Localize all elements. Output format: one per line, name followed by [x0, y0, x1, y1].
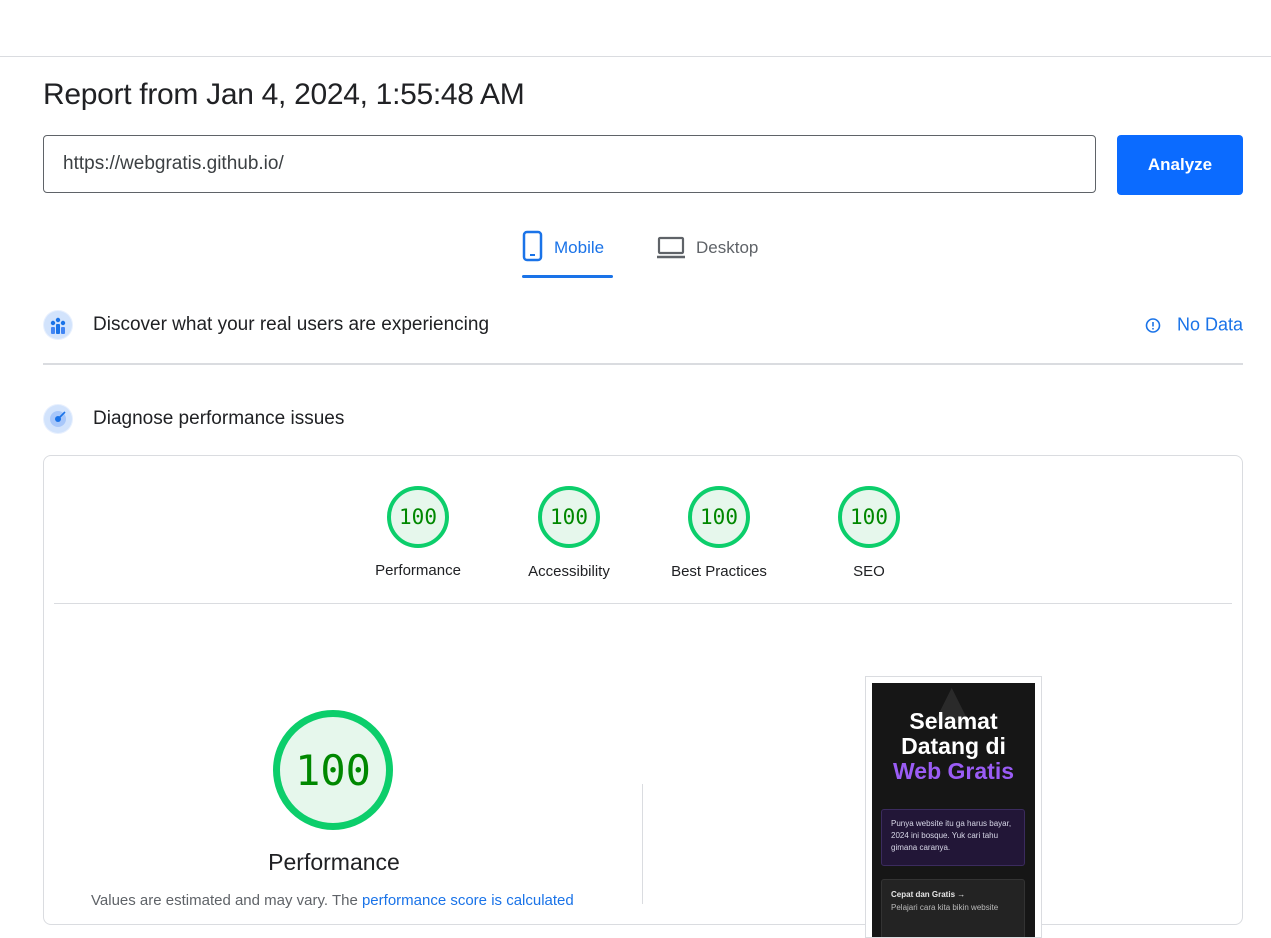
top-bar — [0, 0, 1271, 57]
screenshot-heading-line: Selamat — [909, 708, 998, 734]
analyze-button[interactable]: Analyze — [1117, 135, 1243, 195]
performance-score-gauge: 100 — [273, 710, 393, 830]
score-gauge-best-practices[interactable]: 100 Best Practices — [662, 486, 776, 580]
score-label: Accessibility — [528, 563, 610, 580]
screenshot-intro-box: Punya website itu ga harus bayar, 2024 i… — [881, 809, 1025, 866]
no-data-label: No Data — [1176, 314, 1243, 335]
screenshot-card-text: Pelajari cara kita bikin website — [891, 903, 999, 912]
performance-note-text: Values are estimated and may vary. The — [91, 892, 362, 909]
tab-desktop[interactable]: Desktop — [656, 230, 758, 278]
screenshot-heading-accent: Web Gratis — [893, 758, 1014, 784]
score-gauge-seo[interactable]: 100 SEO — [824, 486, 914, 580]
score-ring: 100 — [688, 486, 750, 548]
users-chart-icon — [43, 310, 73, 340]
smartphone-icon — [522, 230, 543, 262]
performance-note: Values are estimated and may vary. The p… — [91, 892, 574, 909]
card-divider — [54, 603, 1232, 604]
performance-score-link[interactable]: performance score is calculated — [362, 892, 574, 909]
section-divider — [43, 363, 1243, 365]
screenshot-heading-line: Datang di — [901, 733, 1006, 759]
score-ring: 100 — [838, 486, 900, 548]
field-data-heading: Discover what your real users are experi… — [93, 314, 490, 335]
tab-desktop-label: Desktop — [696, 238, 759, 257]
field-data-section: Discover what your real users are experi… — [43, 310, 1243, 340]
page-screenshot: ▲ Selamat Datang di Web Gratis Punya web… — [865, 676, 1042, 938]
report-card: 100 Performance 100 Accessibility 100 Be… — [43, 455, 1243, 938]
url-input[interactable] — [43, 135, 1096, 193]
score-ring: 100 — [387, 486, 449, 548]
active-tab-indicator — [522, 275, 613, 278]
lab-data-section: Diagnose performance issues — [43, 404, 1243, 434]
info-icon — [1145, 317, 1161, 333]
lab-data-heading: Diagnose performance issues — [93, 408, 345, 429]
laptop-icon — [657, 236, 685, 259]
score-ring: 100 — [538, 486, 600, 548]
screenshot-card-title: Cepat dan Gratis → — [891, 890, 966, 899]
vertical-divider — [642, 784, 643, 904]
screenshot-heading: Selamat Datang di Web Gratis — [872, 709, 1035, 784]
screenshot-card: Cepat dan Gratis → Pelajari cara kita bi… — [881, 879, 1025, 937]
tab-mobile[interactable]: Mobile — [522, 230, 614, 278]
score-gauge-performance[interactable]: 100 Performance — [374, 486, 462, 579]
screenshot-content: ▲ Selamat Datang di Web Gratis Punya web… — [872, 683, 1035, 937]
radar-icon — [43, 404, 73, 434]
tab-mobile-label: Mobile — [554, 238, 605, 257]
report-title: Report from Jan 4, 2024, 1:55:48 AM — [43, 78, 525, 111]
score-label: Best Practices — [671, 563, 767, 580]
score-label: Performance — [375, 562, 461, 579]
score-gauge-accessibility[interactable]: 100 Accessibility — [521, 486, 617, 580]
performance-heading: Performance — [268, 849, 400, 875]
no-data-link[interactable]: No Data — [1145, 315, 1243, 336]
score-label: SEO — [853, 563, 885, 580]
